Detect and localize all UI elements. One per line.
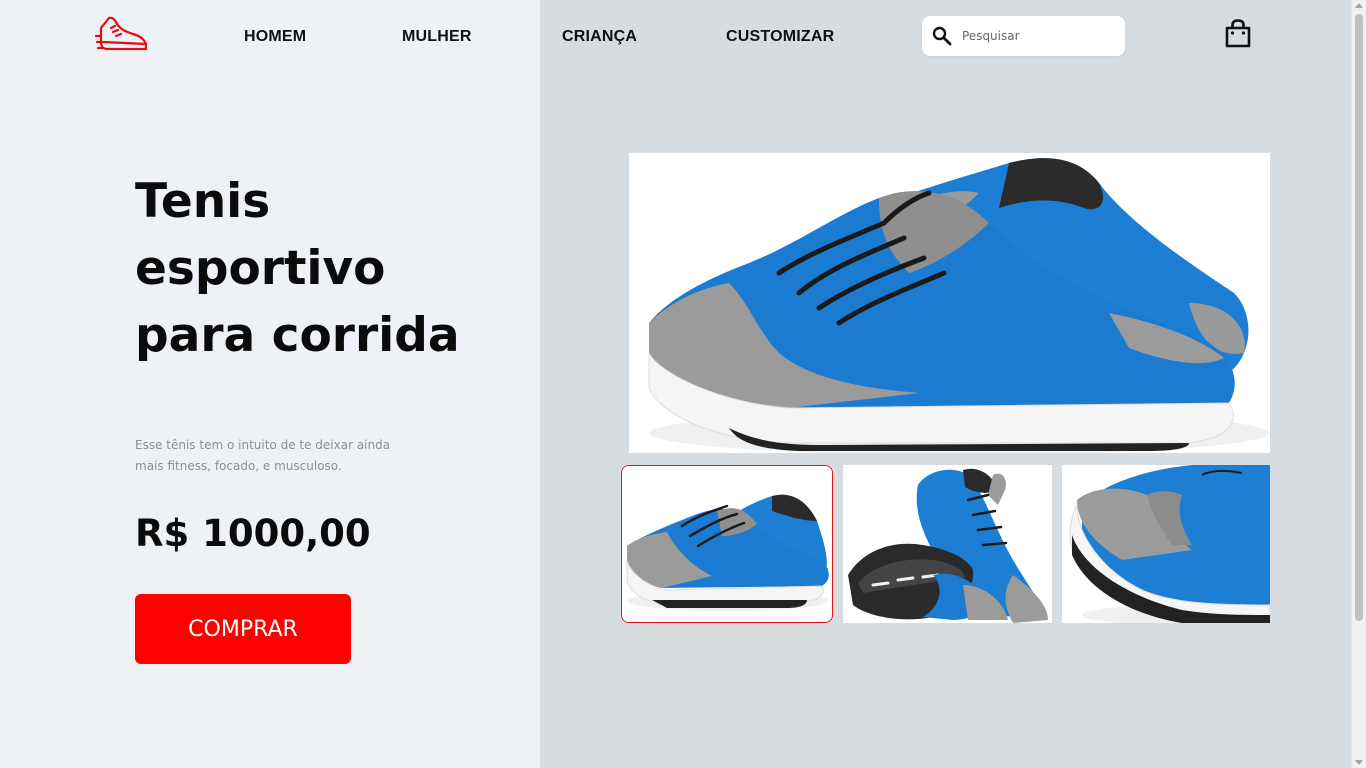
thumbnail-pair-side-view[interactable] [621, 465, 833, 623]
thumbnail-pair-top-view[interactable] [843, 465, 1052, 623]
thumbnail-closeup-heel-view[interactable] [1062, 465, 1270, 623]
product-price: R$ 1000,00 [135, 512, 371, 555]
product-title: Tenis esportivo para corrida [135, 174, 460, 363]
nav-link-mulher[interactable]: MULHER [402, 28, 472, 46]
scroll-down-arrow-icon[interactable] [1355, 760, 1363, 765]
buy-button[interactable]: COMPRAR [135, 594, 351, 664]
scrollbar-thumb[interactable] [1355, 14, 1363, 621]
product-description: Esse tênis tem o intuito de te deixar ai… [135, 438, 391, 473]
search-icon[interactable] [932, 26, 952, 46]
search-box [922, 16, 1125, 56]
shopping-bag-icon[interactable] [1224, 19, 1252, 49]
nav-link-crianca[interactable]: CRIANÇA [562, 28, 637, 46]
nav-link-homem[interactable]: HOMEM [244, 28, 306, 46]
nav-link-customizar[interactable]: CUSTOMIZAR [726, 28, 834, 46]
running-shoe-icon[interactable] [95, 14, 149, 54]
scroll-up-arrow-icon[interactable] [1355, 3, 1363, 8]
page-scrollbar[interactable] [1351, 0, 1366, 768]
main-product-image [629, 153, 1270, 453]
search-input[interactable] [962, 26, 1112, 46]
